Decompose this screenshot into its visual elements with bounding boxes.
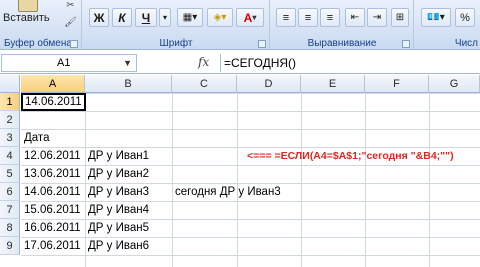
gridline bbox=[172, 93, 173, 267]
clipboard-icon bbox=[18, 0, 38, 12]
gridline bbox=[365, 93, 366, 267]
name-box-value: A1 bbox=[57, 57, 71, 69]
italic-button[interactable]: К bbox=[112, 8, 132, 27]
worksheet-grid: A B C D E F G 1 2 3 4 5 6 7 8 9 14.06.20… bbox=[0, 75, 480, 267]
row-header-3[interactable]: 3 bbox=[0, 129, 20, 147]
formula-annotation: <=== =ЕСЛИ(A4=$A$1;"сегодня "&B4;"") bbox=[247, 150, 454, 162]
borders-button[interactable]: ▦▾ bbox=[177, 8, 203, 27]
alignment-dialog-launcher[interactable] bbox=[402, 40, 410, 48]
cell-a4[interactable]: 12.06.2011 bbox=[21, 147, 81, 165]
percent-format-button[interactable]: % bbox=[455, 8, 475, 27]
select-all-corner[interactable] bbox=[0, 75, 20, 93]
number-group: 💶▾ % Числ bbox=[415, 0, 480, 50]
cell-a8[interactable]: 16.06.2011 bbox=[21, 219, 81, 237]
gridline bbox=[301, 93, 302, 267]
align-center-icon[interactable]: ≡ bbox=[298, 8, 318, 27]
row-header-8[interactable]: 8 bbox=[0, 219, 20, 237]
cell-a1[interactable]: 14.06.2011 bbox=[21, 93, 86, 111]
alignment-group-label: Выравнивание bbox=[307, 38, 377, 49]
column-header-b[interactable]: B bbox=[85, 75, 172, 93]
underline-button[interactable]: Ч bbox=[135, 8, 157, 27]
cell-a3[interactable]: Дата bbox=[21, 129, 49, 147]
row-header-6[interactable]: 6 bbox=[0, 183, 20, 201]
cell-b4[interactable]: ДР у Иван1 bbox=[85, 147, 149, 165]
cell-b7[interactable]: ДР у Иван4 bbox=[85, 201, 149, 219]
cell-a7[interactable]: 15.06.2011 bbox=[21, 201, 81, 219]
font-group-label: Шрифт bbox=[159, 38, 193, 49]
font-color-button[interactable]: А ▾ bbox=[236, 8, 264, 27]
font-dialog-launcher[interactable] bbox=[258, 40, 266, 48]
row-header-2[interactable]: 2 bbox=[0, 111, 20, 129]
cut-icon[interactable]: ✂ bbox=[64, 0, 77, 12]
column-header-g[interactable]: G bbox=[429, 75, 480, 93]
cell-a9[interactable]: 17.06.2011 bbox=[21, 237, 81, 255]
decrease-indent-icon[interactable]: ⇤ bbox=[345, 8, 365, 27]
column-header-e[interactable]: E bbox=[301, 75, 365, 93]
cell-c6[interactable]: сегодня ДР у Иван3 bbox=[172, 183, 281, 201]
underline-dropdown-icon[interactable]: ▾ bbox=[159, 8, 171, 27]
merge-cells-icon[interactable]: ⊞ bbox=[391, 8, 409, 27]
gridline bbox=[237, 93, 238, 267]
currency-format-button[interactable]: 💶▾ bbox=[421, 8, 451, 27]
gridline bbox=[429, 93, 430, 267]
fill-color-button[interactable]: ◈▾ bbox=[207, 8, 233, 27]
paste-label: Вставить bbox=[3, 12, 50, 24]
column-header-f[interactable]: F bbox=[365, 75, 429, 93]
name-box[interactable]: A1 ▼ bbox=[1, 54, 137, 72]
ribbon: Вставить ✂ 🖌 Буфер обмена Ж К Ч ▾ ▦▾ ◈▾ … bbox=[0, 0, 480, 50]
cell-b9[interactable]: ДР у Иван6 bbox=[85, 237, 149, 255]
clipboard-group-label: Буфер обмена bbox=[4, 38, 72, 49]
alignment-group: ≡ ≡ ≡ ⇤ ⇥ ⊞ Выравнивание bbox=[271, 0, 414, 50]
chevron-down-icon[interactable]: ▼ bbox=[123, 55, 132, 71]
clipboard-dialog-launcher[interactable] bbox=[70, 40, 78, 48]
paste-button[interactable]: Вставить bbox=[0, 0, 60, 38]
cell-a6[interactable]: 14.06.2011 bbox=[21, 183, 81, 201]
row-header-7[interactable]: 7 bbox=[0, 201, 20, 219]
row-header-9[interactable]: 9 bbox=[0, 237, 20, 255]
font-group: Ж К Ч ▾ ▦▾ ◈▾ А ▾ Шрифт bbox=[83, 0, 270, 50]
column-header-a[interactable]: A bbox=[21, 75, 85, 93]
row-header-5[interactable]: 5 bbox=[0, 165, 20, 183]
cell-a5[interactable]: 13.06.2011 bbox=[21, 165, 81, 183]
format-painter-icon[interactable]: 🖌 bbox=[64, 17, 77, 29]
column-header-c[interactable]: C bbox=[172, 75, 237, 93]
cell-b6[interactable]: ДР у Иван3 bbox=[85, 183, 149, 201]
bold-button[interactable]: Ж bbox=[89, 8, 109, 27]
clipboard-group: Вставить ✂ 🖌 Буфер обмена bbox=[0, 0, 82, 50]
formula-input[interactable]: =СЕГОДНЯ() bbox=[220, 54, 480, 72]
increase-indent-icon[interactable]: ⇥ bbox=[367, 8, 387, 27]
cell-b8[interactable]: ДР у Иван5 bbox=[85, 219, 149, 237]
insert-function-icon[interactable]: fx bbox=[198, 55, 209, 69]
row-header-4[interactable]: 4 bbox=[0, 147, 20, 165]
cell-b5[interactable]: ДР у Иван2 bbox=[85, 165, 149, 183]
align-left-icon[interactable]: ≡ bbox=[276, 8, 296, 27]
row-header-1[interactable]: 1 bbox=[0, 93, 20, 111]
number-group-label: Числ bbox=[454, 38, 478, 49]
formula-bar: A1 ▼ fx =СЕГОДНЯ() bbox=[0, 52, 480, 74]
column-header-d[interactable]: D bbox=[237, 75, 301, 93]
align-right-icon[interactable]: ≡ bbox=[320, 8, 340, 27]
